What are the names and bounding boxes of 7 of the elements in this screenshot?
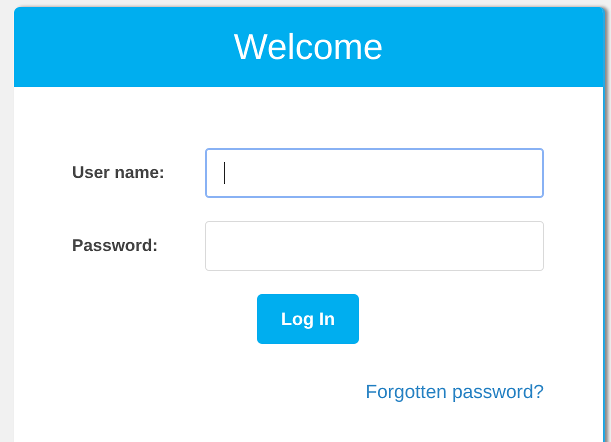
field-label: Password: bbox=[72, 236, 159, 256]
input-field[interactable] bbox=[205, 148, 544, 198]
input-field[interactable] bbox=[205, 221, 544, 271]
field-label: User name: bbox=[72, 163, 166, 183]
welcome-title: Welcome bbox=[234, 26, 384, 68]
forgotten-password-link[interactable]: Forgotten password? bbox=[366, 382, 544, 404]
login-button[interactable]: Log In bbox=[257, 294, 359, 344]
